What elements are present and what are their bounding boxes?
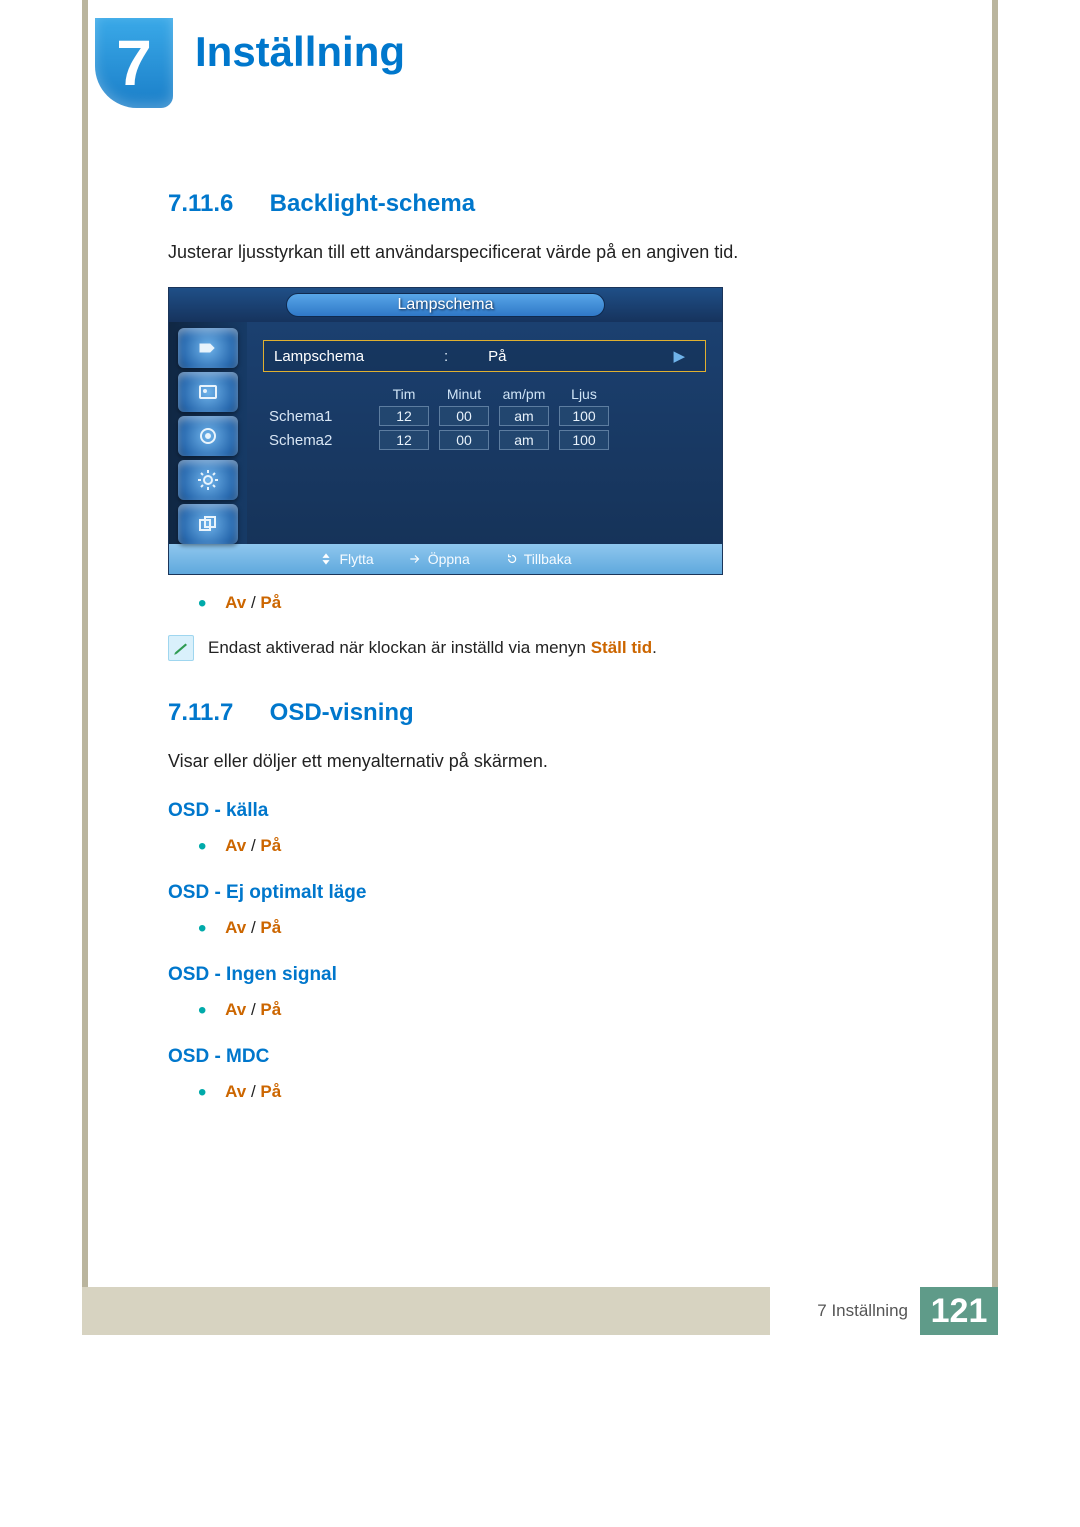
osd-table: Tim Minut am/pm Ljus Schema1 12 00 am 10… xyxy=(269,386,706,450)
note-text: Endast aktiverad när klockan är inställd… xyxy=(208,638,657,658)
osd-title-bar: Lampschema xyxy=(169,288,722,322)
osd-sidebar-icon-multi[interactable] xyxy=(178,504,238,544)
page-stripe-right xyxy=(992,0,998,1300)
sub-osd-kalla: OSD - källa xyxy=(168,800,908,822)
osd-row2-ampm[interactable]: am xyxy=(499,430,549,450)
sub-osd-mdc: OSD - MDC xyxy=(168,1046,908,1068)
osd-sidebar-icon-picture[interactable] xyxy=(178,372,238,412)
osd-panel: Lampschema Lampschema : På ▶ Tim xyxy=(168,287,723,575)
osd-selected-row[interactable]: Lampschema : På ▶ xyxy=(263,340,706,372)
page-number: 121 xyxy=(920,1287,998,1335)
osd-sidebar-icon-input[interactable] xyxy=(178,328,238,368)
osd-footer-back: Tillbaka xyxy=(504,551,572,567)
page-footer: 7 Inställning 121 xyxy=(817,1287,998,1335)
osd-row1-label: Schema1 xyxy=(269,408,369,425)
sub-osd-ingensignal: OSD - Ingen signal xyxy=(168,964,908,986)
osd-footer-move: Flytta xyxy=(319,551,373,567)
option-av-pa-3: • Av / På xyxy=(198,918,908,938)
section-heading-osd: 7.11.7 OSD-visning xyxy=(168,699,908,727)
bullet-icon: • xyxy=(198,833,206,860)
enter-icon xyxy=(408,552,422,566)
arrow-right-icon[interactable]: ▶ xyxy=(673,347,685,365)
osd-row2-tim[interactable]: 12 xyxy=(379,430,429,450)
bullet-icon: • xyxy=(198,997,206,1024)
section-body: Justerar ljusstyrkan till ett användarsp… xyxy=(168,240,908,265)
page-stripe-left xyxy=(82,0,88,1300)
osd-row-prefix: : xyxy=(444,348,448,365)
osd-sidebar-icon-setup[interactable] xyxy=(178,460,238,500)
bullet-icon: • xyxy=(198,590,206,617)
option-av-pa-5: • Av / På xyxy=(198,1082,908,1102)
note-icon xyxy=(168,635,194,661)
bullet-icon: • xyxy=(198,915,206,942)
osd-row2-label: Schema2 xyxy=(269,432,369,449)
osd-row1-ljus[interactable]: 100 xyxy=(559,406,609,426)
osd-row1-ampm[interactable]: am xyxy=(499,406,549,426)
osd-row1-min[interactable]: 00 xyxy=(439,406,489,426)
osd-sidebar xyxy=(169,322,247,544)
footer-label: 7 Inställning xyxy=(817,1301,908,1321)
section-number: 7.11.6 xyxy=(168,190,263,218)
section-title: Backlight-schema xyxy=(270,190,475,217)
osd-col-ampm: am/pm xyxy=(499,386,549,402)
note-row: Endast aktiverad när klockan är inställd… xyxy=(168,635,908,661)
osd-main: Lampschema : På ▶ Tim Minut am/pm Ljus S… xyxy=(247,322,722,544)
option-av-pa-2: • Av / På xyxy=(198,836,908,856)
osd-sidebar-icon-sound[interactable] xyxy=(178,416,238,456)
osd-row-label: Lampschema xyxy=(274,348,404,365)
osd-row1-tim[interactable]: 12 xyxy=(379,406,429,426)
return-icon xyxy=(504,552,518,566)
osd-row2-min[interactable]: 00 xyxy=(439,430,489,450)
osd-title: Lampschema xyxy=(286,293,604,317)
option-off: Av xyxy=(225,593,246,612)
chapter-number-badge: 7 xyxy=(95,18,173,108)
move-icon xyxy=(319,552,333,566)
option-on: På xyxy=(260,593,281,612)
osd-footer: Flytta Öppna Tillbaka xyxy=(169,544,722,574)
sub-osd-ejoptimalt: OSD - Ej optimalt läge xyxy=(168,882,908,904)
osd-row2-ljus[interactable]: 100 xyxy=(559,430,609,450)
note-link: Ställ tid xyxy=(591,638,652,657)
footer-stripe xyxy=(82,1287,770,1335)
osd-col-ljus: Ljus xyxy=(559,386,609,402)
option-av-pa-4: • Av / På xyxy=(198,1000,908,1020)
section2-body: Visar eller döljer ett menyalternativ på… xyxy=(168,749,908,774)
section-heading-backlight: 7.11.6 Backlight-schema xyxy=(168,190,908,218)
bullet-icon: • xyxy=(198,1079,206,1106)
osd-footer-open: Öppna xyxy=(408,551,470,567)
option-av-pa-1: • Av / På xyxy=(198,593,908,613)
chapter-title: Inställning xyxy=(195,28,405,76)
osd-row-value: På xyxy=(488,348,506,365)
osd-col-minut: Minut xyxy=(439,386,489,402)
osd-col-tim: Tim xyxy=(379,386,429,402)
page-content: 7.11.6 Backlight-schema Justerar ljussty… xyxy=(168,190,908,1116)
